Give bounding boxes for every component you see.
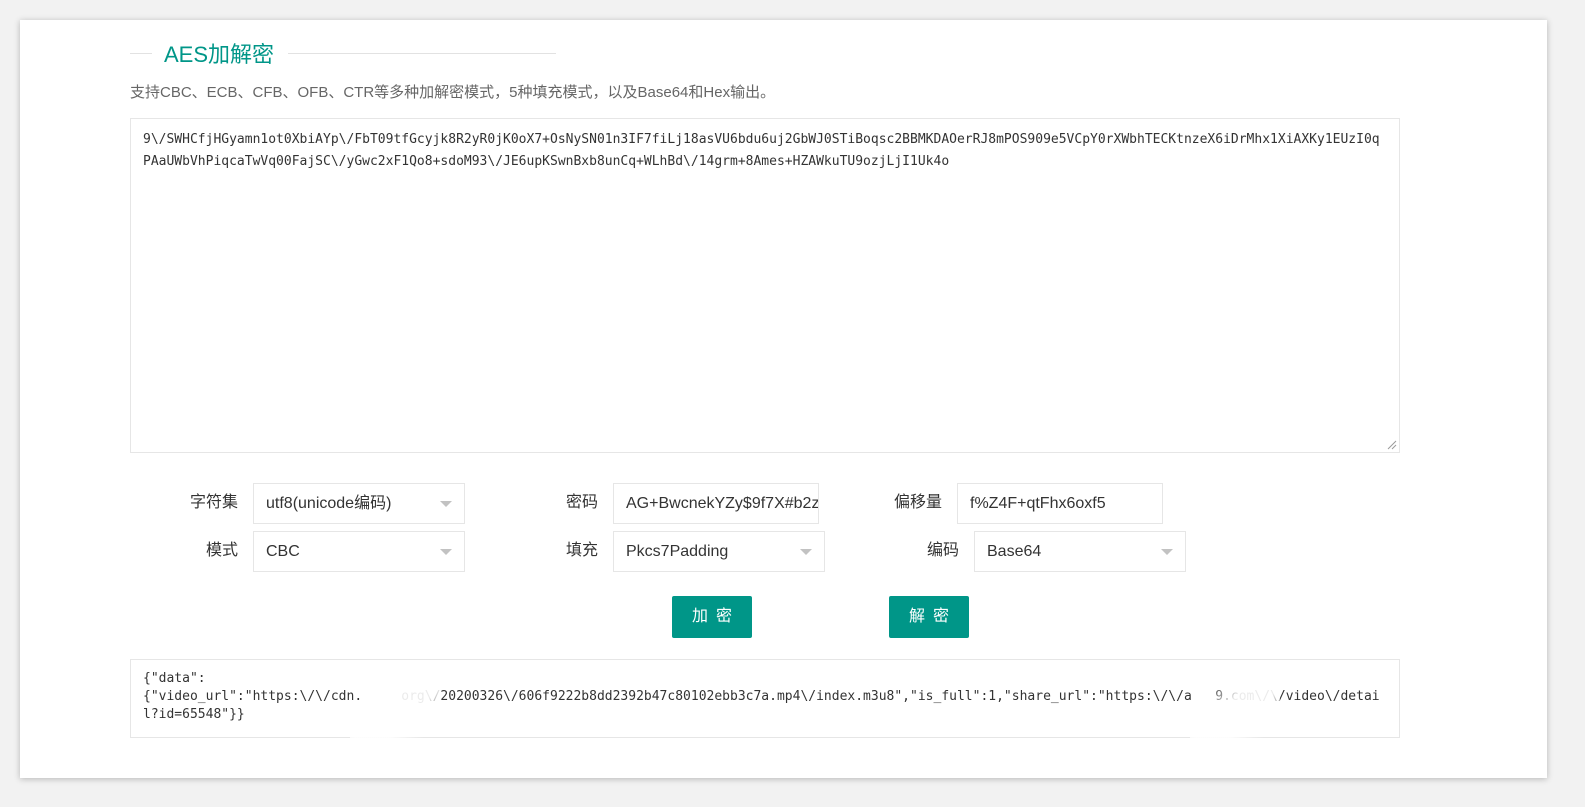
charset-label: 字符集: [189, 494, 238, 511]
encoding-value: Base64: [987, 543, 1042, 560]
divider-right: [288, 53, 556, 54]
offset-value: f%Z4F+qtFhx6oxf5: [970, 495, 1106, 512]
mode-select[interactable]: CBC: [253, 531, 465, 572]
caret-down-icon: [440, 501, 452, 507]
caret-down-icon: [440, 549, 452, 555]
section-title: AES加解密: [164, 42, 275, 67]
resize-handle-icon[interactable]: [1387, 440, 1397, 450]
caret-down-icon: [800, 549, 812, 555]
section-description: 支持CBC、ECB、CFB、OFB、CTR等多种加解密模式，5种填充模式，以及B…: [130, 84, 776, 101]
section-header: AES加解密: [130, 42, 556, 67]
charset-select[interactable]: utf8(unicode编码): [253, 483, 465, 524]
password-label: 密码: [565, 494, 598, 511]
encrypt-button[interactable]: 加密: [672, 596, 752, 638]
input-textarea[interactable]: 9\/SWHCfjHGyamn1ot0XbiAYp\/FbT09tfGcyjk8…: [130, 118, 1400, 453]
input-text: 9\/SWHCfjHGyamn1ot0XbiAYp\/FbT09tfGcyjk8…: [143, 132, 1380, 169]
mode-label: 模式: [205, 542, 238, 559]
offset-label: 偏移量: [893, 494, 942, 511]
decrypt-button[interactable]: 解密: [889, 596, 969, 638]
password-value: AG+BwcnekYZy$9f7X#b2zc: [626, 495, 819, 512]
encoding-label: 编码: [926, 542, 959, 559]
divider-left: [130, 53, 152, 54]
charset-value: utf8(unicode编码): [266, 495, 392, 512]
password-input[interactable]: AG+BwcnekYZy$9f7X#b2zc: [613, 483, 819, 524]
aes-tool-panel: AES加解密 支持CBC、ECB、CFB、OFB、CTR等多种加解密模式，5种填…: [20, 20, 1547, 778]
padding-value: Pkcs7Padding: [626, 543, 729, 560]
padding-label: 填充: [565, 542, 598, 559]
mode-value: CBC: [266, 543, 300, 560]
caret-down-icon: [1161, 549, 1173, 555]
output-textarea[interactable]: {"data": {"video_url":"https:\/\/cdn. or…: [130, 659, 1400, 738]
padding-select[interactable]: Pkcs7Padding: [613, 531, 825, 572]
offset-input[interactable]: f%Z4F+qtFhx6oxf5: [957, 483, 1163, 524]
encoding-select[interactable]: Base64: [974, 531, 1186, 572]
output-text: {"data": {"video_url":"https:\/\/cdn. or…: [143, 671, 1380, 722]
